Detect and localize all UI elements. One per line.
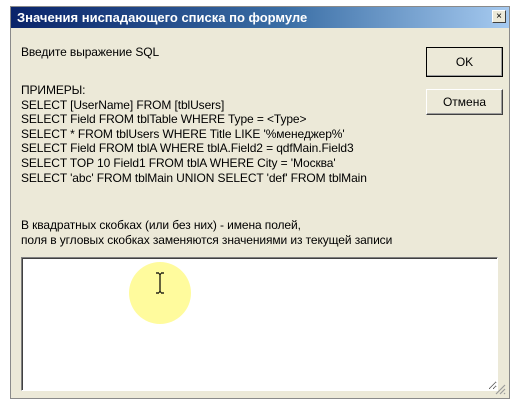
close-icon: × (496, 11, 502, 22)
cancel-button[interactable]: Отмена (426, 89, 503, 115)
title-bar[interactable]: Значения ниспадающего списка по формуле … (11, 7, 509, 28)
example-line: SELECT TOP 10 Field1 FROM tblA WHERE Cit… (21, 155, 336, 170)
close-button[interactable]: × (492, 10, 506, 23)
window-title: Значения ниспадающего списка по формуле (17, 10, 308, 25)
examples-heading: ПРИМЕРЫ: (21, 83, 86, 97)
example-line: SELECT Field FROM tblTable WHERE Type = … (21, 112, 307, 127)
sql-dialog: Значения ниспадающего списка по формуле … (10, 6, 510, 399)
example-line: SELECT * FROM tblUsers WHERE Title LIKE … (21, 126, 345, 141)
hint-text: В квадратных скобках (или без них) - име… (21, 218, 392, 248)
ok-button[interactable]: OK (426, 47, 503, 77)
example-line: SELECT Field FROM tblA WHERE tblA.Field2… (21, 141, 354, 156)
examples-block: ПРИМЕРЫ: SELECT [UserName] FROM [tblUser… (21, 83, 367, 185)
example-line: SELECT 'abc' FROM tblMain UNION SELECT '… (21, 170, 367, 185)
i-beam-cursor-icon (156, 272, 164, 294)
resize-grip-icon[interactable] (494, 383, 506, 395)
sql-prompt-label: Введите выражение SQL (21, 45, 160, 59)
hint-line: поля в угловых скобках заменяются значен… (21, 233, 393, 247)
hint-line: В квадратных скобках (или без них) - име… (21, 218, 301, 232)
sql-input[interactable] (21, 257, 498, 391)
example-line: SELECT [UserName] FROM [tblUsers] (21, 97, 225, 112)
